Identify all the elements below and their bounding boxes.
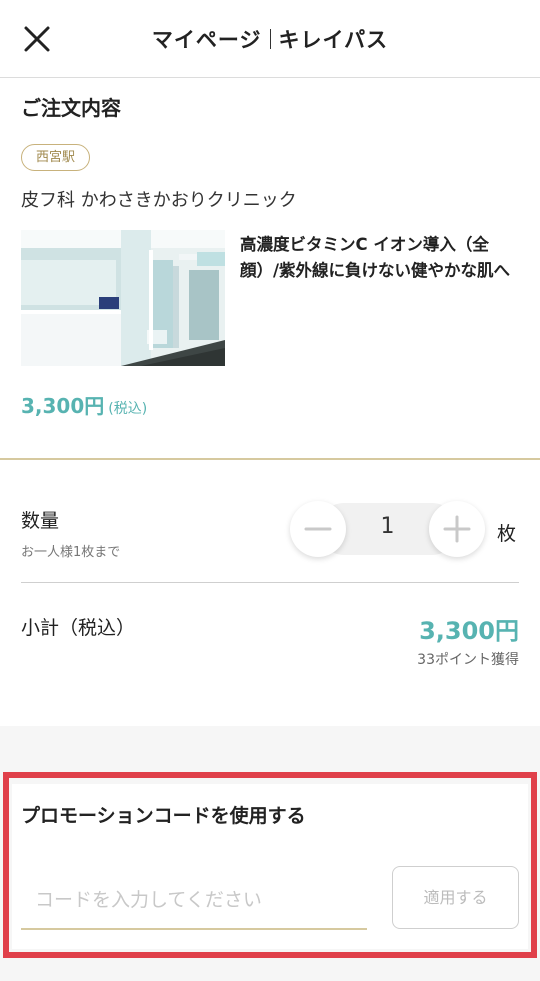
quantity-divider	[21, 582, 519, 583]
quantity-unit: 枚	[497, 523, 517, 545]
subtotal-value: 3,300円	[419, 617, 519, 645]
promo-code-input[interactable]	[21, 872, 367, 930]
header-title-kireipass: キレイパス	[278, 28, 389, 52]
quantity-decrement-button[interactable]	[290, 501, 346, 557]
header-title: マイページ キレイパス	[0, 24, 540, 54]
apply-promo-button[interactable]: 適用する	[392, 866, 519, 929]
subtotal-label: 小計（税込）	[21, 617, 136, 639]
points-earned: 33ポイント獲得	[417, 652, 519, 668]
promo-highlight-frame	[3, 772, 537, 958]
quantity-increment-button[interactable]	[429, 501, 485, 557]
product-price: 3,300円 (税込)	[21, 390, 147, 419]
product-name: 高濃度ビタミンC イオン導入（全顔）/紫外線に負けない健やかな肌へ	[240, 235, 511, 280]
section-divider	[0, 458, 540, 460]
product-price-tax: (税込)	[108, 401, 148, 417]
minus-icon	[304, 527, 332, 531]
app-header: マイページ キレイパス	[0, 0, 540, 78]
plus-icon	[443, 515, 471, 543]
clinic-name: 皮フ科 かわさきかおりクリニック	[21, 190, 297, 211]
quantity-note: お一人様1枚まで	[21, 545, 121, 560]
clinic-photo	[21, 230, 225, 366]
product-price-amount: 3,300円	[21, 394, 105, 418]
quantity-label: 数量	[21, 510, 60, 532]
header-title-mypage: マイページ	[151, 28, 262, 52]
promo-title: プロモーションコードを使用する	[21, 805, 306, 827]
station-badge: 西宮駅	[21, 144, 91, 171]
order-section-title: ご注文内容	[21, 96, 121, 120]
quantity-value: 1	[380, 514, 395, 539]
header-separator	[269, 29, 271, 49]
